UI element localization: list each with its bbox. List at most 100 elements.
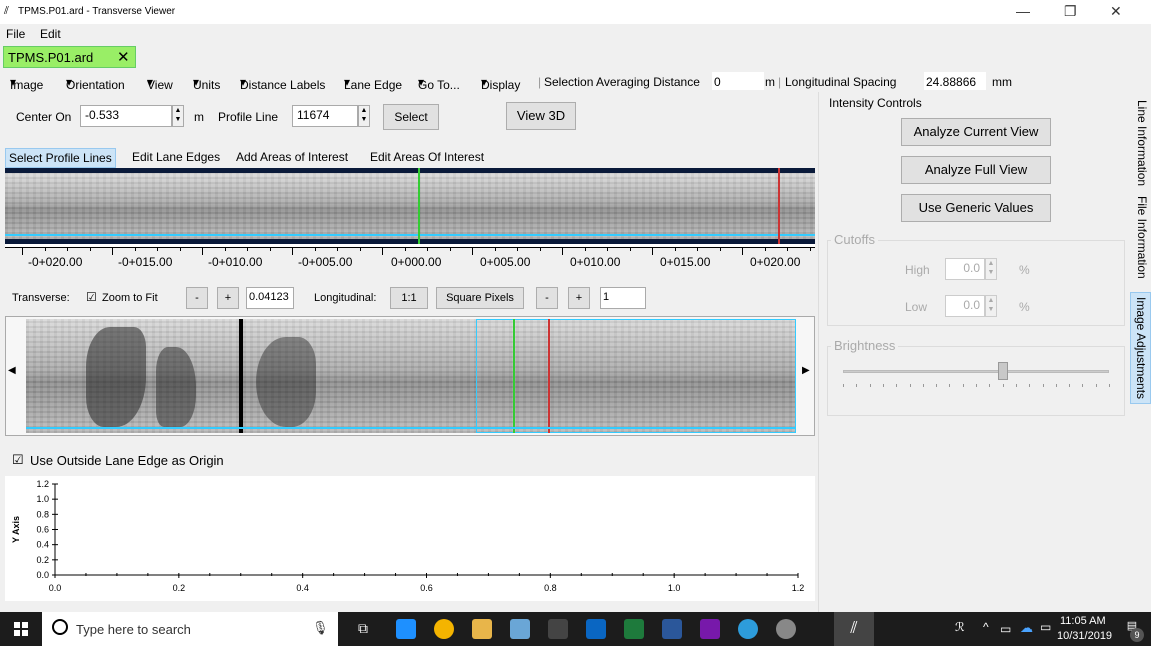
- windows-start-icon[interactable]: [14, 622, 28, 636]
- square-pixels-button[interactable]: Square Pixels: [436, 287, 524, 309]
- center-on-input[interactable]: -0.533: [80, 105, 172, 127]
- view-3d-button[interactable]: View 3D: [506, 102, 576, 130]
- brightness-track[interactable]: [843, 370, 1109, 373]
- close-tab-icon[interactable]: ✕: [117, 48, 130, 66]
- app-icon-colorful[interactable]: [738, 619, 758, 639]
- transverse-plus-button[interactable]: +: [217, 287, 239, 309]
- high-spinner[interactable]: ▲ ▼: [985, 258, 997, 280]
- long-spacing-unit: mm: [992, 75, 1012, 89]
- profile-line-input[interactable]: 11674: [292, 105, 358, 127]
- profile-marker-green[interactable]: [513, 319, 515, 433]
- toolbar-image[interactable]: Image ▾: [10, 75, 43, 92]
- microphone-icon[interactable]: 🎙: [312, 620, 329, 636]
- zoom-to-fit-checkbox[interactable]: ☑: [86, 290, 97, 304]
- network-icon[interactable]: ▭: [1040, 620, 1051, 634]
- center-on-spinner[interactable]: ▲ ▼: [172, 105, 184, 127]
- lane-origin-checkbox[interactable]: ☑: [12, 452, 24, 468]
- intensity-title: Intensity Controls: [829, 96, 922, 110]
- transverse-scale-input[interactable]: 0.04123: [246, 287, 294, 309]
- low-input[interactable]: 0.0: [945, 295, 985, 317]
- ruler-tick: [269, 247, 271, 251]
- edge-icon[interactable]: [396, 619, 416, 639]
- people-icon[interactable]: ℛ: [955, 620, 965, 634]
- select-button[interactable]: Select: [383, 104, 439, 130]
- menu-file[interactable]: File: [6, 27, 25, 41]
- minimize-icon[interactable]: —: [1016, 3, 1030, 19]
- analyze-current-view-button[interactable]: Analyze Current View: [901, 118, 1051, 146]
- clock-time[interactable]: 11:05 AM: [1060, 615, 1106, 627]
- tray-chevron-icon[interactable]: ^: [983, 620, 989, 634]
- analyze-full-view-button[interactable]: Analyze Full View: [901, 156, 1051, 184]
- search-placeholder: Type here to search: [76, 622, 191, 637]
- transverse-viewer-taskbar-icon[interactable]: ⫽: [834, 612, 874, 646]
- clock-date[interactable]: 10/31/2019: [1057, 630, 1112, 642]
- sel-avg-label: Selection Averaging Distance: [544, 75, 700, 89]
- detail-strip[interactable]: ◀ ▶: [5, 316, 815, 436]
- longitudinal-scale-input[interactable]: 1: [600, 287, 646, 309]
- low-spinner[interactable]: ▲ ▼: [985, 295, 997, 317]
- toolbar-units[interactable]: Units ▾: [193, 75, 220, 92]
- profile-marker-red[interactable]: [548, 319, 550, 433]
- battery-icon[interactable]: ▭: [1000, 622, 1011, 636]
- ruler-tick: [359, 247, 361, 251]
- menu-edit[interactable]: Edit: [40, 27, 61, 41]
- scroll-right-icon[interactable]: ▶: [802, 365, 810, 376]
- transverse-minus-button[interactable]: -: [186, 287, 208, 309]
- brightness-tick: [1095, 384, 1097, 387]
- longitudinal-minus-button[interactable]: -: [536, 287, 558, 309]
- sel-avg-input[interactable]: 0: [712, 72, 764, 90]
- store-icon[interactable]: [548, 619, 568, 639]
- onenote-icon[interactable]: [700, 619, 720, 639]
- outlook-icon[interactable]: [586, 619, 606, 639]
- area-of-interest[interactable]: [476, 319, 796, 433]
- overview-strip[interactable]: [5, 168, 815, 248]
- tab-edit-areas[interactable]: Edit Areas Of Interest: [370, 150, 484, 164]
- profile-marker-green[interactable]: [418, 168, 420, 244]
- app-icon-gray[interactable]: [776, 619, 796, 639]
- tab-select-profile-lines[interactable]: Select Profile Lines: [5, 148, 116, 168]
- toolbar-lane-edge[interactable]: Lane Edge ▾: [344, 75, 402, 92]
- use-generic-values-button[interactable]: Use Generic Values: [901, 194, 1051, 222]
- ratio-1-1-button[interactable]: 1:1: [390, 287, 428, 309]
- tab-file-information[interactable]: File Information: [1130, 192, 1151, 283]
- task-view-icon[interactable]: ⧉: [358, 620, 368, 637]
- onedrive-icon[interactable]: ☁: [1020, 620, 1033, 636]
- maximize-icon[interactable]: ❐: [1064, 3, 1077, 20]
- crack-region: [156, 347, 196, 427]
- strip-bottom-edge: [5, 239, 815, 244]
- side-tabs: Line Information File Information Image …: [1130, 92, 1151, 612]
- x-tick-label: 1.2: [792, 583, 805, 593]
- file-explorer-icon[interactable]: [472, 619, 492, 639]
- ruler-tick: [539, 247, 541, 251]
- profile-line-spinner[interactable]: ▲ ▼: [358, 105, 370, 127]
- profile-marker-red[interactable]: [778, 168, 780, 244]
- word-icon[interactable]: [662, 619, 682, 639]
- chrome-icon[interactable]: [434, 619, 454, 639]
- brightness-tick: [976, 384, 977, 387]
- brightness-slider-thumb[interactable]: [997, 362, 1008, 380]
- paint-icon[interactable]: [510, 619, 530, 639]
- high-input[interactable]: 0.0: [945, 258, 985, 280]
- brightness-tick: [989, 384, 991, 387]
- tab-line-information[interactable]: Line Information: [1130, 96, 1151, 190]
- ruler-tick: [449, 247, 451, 251]
- tab-add-areas[interactable]: Add Areas of Interest: [236, 150, 348, 164]
- brightness-tick: [1082, 384, 1084, 387]
- brightness-tick: [869, 384, 871, 387]
- scroll-left-icon[interactable]: ◀: [8, 365, 16, 376]
- tab-edit-lane-edges[interactable]: Edit Lane Edges: [132, 150, 220, 164]
- document-tab[interactable]: TPMS.P01.ard ✕: [3, 46, 136, 68]
- long-spacing-input[interactable]: 24.88866: [924, 72, 986, 90]
- longitudinal-plus-button[interactable]: +: [568, 287, 590, 309]
- close-window-icon[interactable]: ✕: [1110, 3, 1122, 20]
- ruler-tick: [652, 247, 653, 255]
- app-icon: ⫽: [4, 5, 9, 17]
- toolbar-view[interactable]: View ▾: [147, 75, 173, 92]
- toolbar-display[interactable]: Display ▾: [481, 75, 520, 92]
- tab-image-adjustments[interactable]: Image Adjustments: [1130, 292, 1151, 405]
- toolbar-goto[interactable]: Go To... ▾: [418, 75, 460, 92]
- toolbar-orientation[interactable]: Orientation ▾: [66, 75, 125, 92]
- search-box[interactable]: Type here to search 🎙: [42, 612, 338, 646]
- toolbar-distance-labels[interactable]: Distance Labels ▾: [240, 75, 325, 92]
- excel-icon[interactable]: [624, 619, 644, 639]
